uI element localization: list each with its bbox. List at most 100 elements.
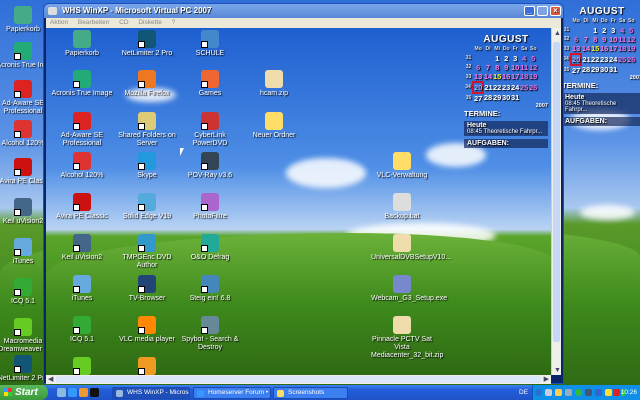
calendar-day[interactable]: 29	[591, 65, 600, 75]
calendar-day[interactable]: 11	[520, 63, 529, 72]
menu-bearbeiten[interactable]: Bearbeiten	[78, 19, 109, 26]
appointments-panel[interactable]: Heute 08:45 Theoretische Fahrpr...	[464, 120, 548, 136]
menu-cd[interactable]: CD	[119, 19, 128, 26]
calendar-day[interactable]: 30	[502, 93, 511, 103]
calendar-day[interactable]: 18	[618, 44, 627, 54]
calendar-day[interactable]: 31	[511, 93, 520, 103]
clock[interactable]: 10:26	[621, 385, 637, 400]
desktop-icon[interactable]: iTunes	[51, 275, 113, 303]
desktop-icon[interactable]: Solid Edge V19	[116, 193, 178, 221]
calendar-day[interactable]: 8	[591, 35, 600, 44]
calendar-day[interactable]: 31	[609, 65, 618, 75]
calendar-day[interactable]: 14	[581, 44, 590, 54]
calendar-day[interactable]: 29	[493, 93, 502, 103]
start-button[interactable]: Start	[0, 385, 48, 400]
calendar-day[interactable]: 26	[627, 54, 636, 65]
calendar-day[interactable]: 4	[520, 54, 529, 63]
network-icon[interactable]	[545, 389, 552, 396]
desktop-icon[interactable]: TV-Browser	[116, 275, 178, 303]
calendar-day[interactable]: 17	[511, 72, 520, 82]
calendar-day[interactable]: 13	[473, 72, 483, 82]
scroll-thumb[interactable]	[56, 376, 541, 383]
horizontal-scrollbar[interactable]: ◀ ▶	[46, 375, 551, 384]
calendar-day[interactable]: 14	[483, 72, 492, 82]
taskbar-button[interactable]: Screenshots	[273, 387, 348, 399]
calendar-day[interactable]: 18	[520, 72, 529, 82]
appointment-text[interactable]: 08:45 Theoretische Fahrpr...	[565, 101, 639, 113]
steam-icon[interactable]	[595, 389, 602, 396]
desktop-icon[interactable]: Acronis True Image	[51, 70, 113, 98]
desktop-icon[interactable]: Spybot - Search & Destroy	[179, 316, 241, 352]
desktop-icon[interactable]: Avira PE Classic	[51, 193, 113, 221]
desktop-icon[interactable]: VLC-Verwaltung	[371, 152, 433, 180]
desktop-icon[interactable]: Neuer Ordner	[243, 112, 305, 140]
calendar-day[interactable]: 27	[473, 93, 483, 103]
calendar-day[interactable]: 15	[591, 44, 600, 54]
show-desktop-icon[interactable]	[57, 388, 66, 397]
calendar-day[interactable]: 1	[591, 26, 600, 35]
desktop-icon[interactable]: Shared Folders on Server	[116, 112, 178, 148]
desktop-icon[interactable]: Mozilla Firefox	[116, 70, 178, 98]
desktop-icon[interactable]: Pinnacle PCTV Sat Vista Mediacenter_32_b…	[371, 316, 443, 360]
calendar-day[interactable]: 21	[483, 82, 492, 93]
calendar-day[interactable]: 16	[502, 72, 511, 82]
calendar-day[interactable]: 5	[627, 26, 636, 35]
desktop-icon[interactable]: hcam.zip	[243, 70, 305, 98]
menu-help[interactable]: ?	[172, 19, 176, 26]
firefox-icon[interactable]	[79, 388, 88, 397]
desktop-icon[interactable]: Ultimate Game Console	[116, 357, 178, 375]
command-prompt-icon[interactable]	[90, 388, 99, 397]
desktop-icon[interactable]: Keil uVision2	[51, 234, 113, 262]
taskbar-button[interactable]: WHS WinXP - Microso...	[112, 387, 190, 399]
desktop-icon[interactable]: UniversalDVBSetupV10...	[371, 234, 451, 262]
calendar-day[interactable]: 30	[600, 65, 609, 75]
calendar-day[interactable]: 24	[511, 82, 520, 93]
calendar-day[interactable]: 19	[529, 72, 538, 82]
calendar-day[interactable]: 19	[627, 44, 636, 54]
appointments-panel[interactable]: Heute 08:45 Theoretische Fahrpr...	[562, 92, 640, 114]
desktop-icon[interactable]: Games	[179, 70, 241, 98]
calendar-day[interactable]: 12	[627, 35, 636, 44]
calendar-day[interactable]: 11	[618, 35, 627, 44]
display-icon[interactable]	[565, 389, 572, 396]
calendar-day[interactable]: 2	[502, 54, 511, 63]
calendar-day[interactable]: 1	[493, 54, 502, 63]
calendar-day[interactable]: 6	[571, 35, 581, 44]
vertical-scrollbar[interactable]: ▲ ▼	[551, 28, 561, 375]
calendar-day[interactable]	[627, 65, 636, 75]
calendar-day[interactable]: 3	[609, 26, 618, 35]
scroll-left-arrow[interactable]: ◀	[48, 375, 53, 384]
scroll-up-arrow[interactable]: ▲	[554, 29, 561, 38]
calendar-day[interactable]: 20	[569, 52, 583, 66]
menu-aktion[interactable]: Aktion	[50, 19, 68, 26]
calendar-day[interactable]	[529, 93, 538, 103]
calendar-day[interactable]	[473, 54, 483, 63]
calendar-day[interactable]: 4	[618, 26, 627, 35]
calendar-day[interactable]	[618, 65, 627, 75]
calendar-day[interactable]: 22	[493, 82, 502, 93]
desktop-icon[interactable]: O&O Defrag	[179, 234, 241, 262]
maximize-button[interactable]	[537, 6, 548, 16]
minimize-button[interactable]: _	[524, 6, 535, 16]
menu-diskette[interactable]: Diskette	[138, 19, 161, 26]
desktop-icon[interactable]: Steig ein! 6.8	[179, 275, 241, 303]
desktop-icon[interactable]: PhotoFiltre	[179, 193, 241, 221]
calendar-day[interactable]: 10	[609, 35, 618, 44]
calendar-day[interactable]: 5	[529, 54, 538, 63]
window-titlebar[interactable]: WHS WinXP - Microsoft Virtual PC 2007 _ …	[44, 4, 563, 18]
desktop-icon[interactable]: ICQ 5.1	[51, 316, 113, 344]
taskbar-button[interactable]: Homeserver Forum • ...	[193, 387, 271, 399]
calendar-day[interactable]	[581, 26, 590, 35]
desktop-icon[interactable]: Backup.bat	[371, 193, 433, 221]
desktop-icon[interactable]: SCHULE	[179, 30, 241, 58]
calendar-day[interactable]: 23	[502, 82, 511, 93]
internet-explorer-icon[interactable]	[68, 388, 77, 397]
calendar-day[interactable]	[520, 93, 529, 103]
desktop-icon[interactable]: Macromedia	[51, 357, 113, 375]
update-icon[interactable]	[605, 389, 612, 396]
calendar-day[interactable]: 17	[609, 44, 618, 54]
calendar-day[interactable]: 26	[529, 82, 538, 93]
desktop-icon[interactable]: POV-Ray v3.6	[179, 152, 241, 180]
calendar-day[interactable]: 27	[571, 65, 581, 75]
close-button[interactable]: ×	[550, 6, 561, 16]
